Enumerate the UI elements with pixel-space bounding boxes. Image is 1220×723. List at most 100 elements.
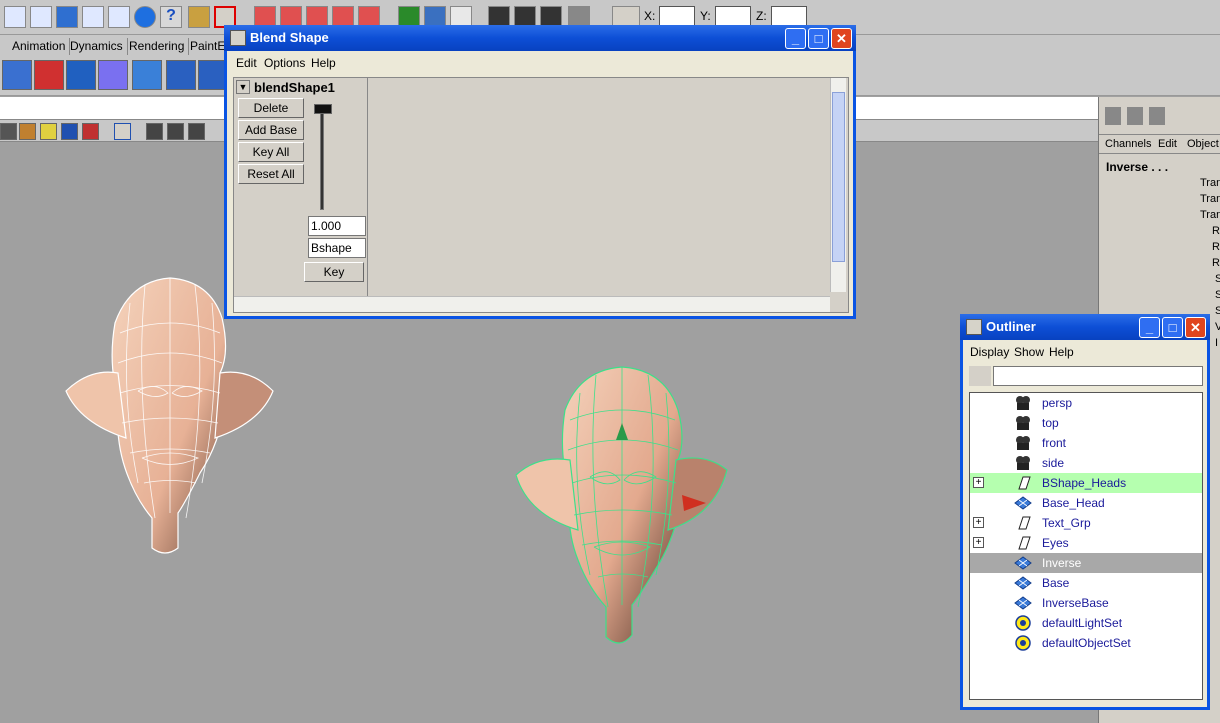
outliner-titlebar[interactable]: Outliner _ □ ✕: [960, 314, 1210, 340]
attr-scale-y[interactable]: S: [1215, 289, 1220, 301]
outliner-item-defaultobjectset[interactable]: defaultObjectSet: [970, 633, 1202, 653]
menu-display[interactable]: Display: [970, 345, 1009, 359]
outliner-item-inverse[interactable]: Inverse: [970, 553, 1202, 573]
blend-node-panel: ▼ blendShape1 Delete Add Base Key All Re…: [234, 78, 368, 310]
blend-shape-titlebar[interactable]: Blend Shape _ □ ✕: [224, 25, 856, 51]
tool-settings-icon[interactable]: [1149, 107, 1165, 125]
menu-object[interactable]: Object: [1187, 138, 1219, 150]
poly-cylinder-icon[interactable]: [66, 60, 96, 90]
poly-cube-icon[interactable]: [2, 60, 32, 90]
z-field[interactable]: [771, 6, 807, 26]
reset-all-button[interactable]: Reset All: [238, 164, 304, 184]
light-icon[interactable]: [40, 123, 57, 140]
texture-icon[interactable]: [19, 123, 36, 140]
collapse-arrow-icon[interactable]: ▼: [236, 80, 250, 94]
y-label: Y:: [700, 9, 711, 23]
expand-icon[interactable]: +: [973, 537, 984, 548]
attr-scale-x[interactable]: S: [1215, 273, 1220, 285]
inverse-head-mesh[interactable]: [510, 365, 735, 655]
y-field[interactable]: [715, 6, 751, 26]
tab-dynamics[interactable]: Dynamics: [66, 38, 128, 55]
menu-edit[interactable]: Edit: [236, 56, 257, 70]
tab-animation[interactable]: Animation: [8, 38, 71, 55]
shadow-icon[interactable]: [61, 123, 78, 140]
close-button[interactable]: ✕: [831, 28, 852, 49]
menu-show[interactable]: Show: [1014, 345, 1044, 359]
add-base-button[interactable]: Add Base: [238, 120, 304, 140]
camera-attr-icon[interactable]: [188, 123, 205, 140]
weight-slider-track[interactable]: [320, 104, 324, 210]
vertical-scrollbar[interactable]: [830, 78, 846, 292]
outliner-item-base_head[interactable]: Base_Head: [970, 493, 1202, 513]
outliner-item-persp[interactable]: persp: [970, 393, 1202, 413]
outliner-item-label: InverseBase: [1042, 596, 1109, 610]
group-icon: [1014, 535, 1032, 551]
curve-tool-icon[interactable]: [4, 6, 26, 28]
horizontal-scrollbar[interactable]: [234, 296, 830, 312]
channel-box-icon[interactable]: [1105, 107, 1121, 125]
attr-rotate-y[interactable]: R: [1212, 241, 1220, 253]
object-name[interactable]: Inverse . . .: [1106, 160, 1168, 174]
attr-rotate-x[interactable]: R: [1212, 225, 1220, 237]
outliner-window: Outliner _ □ ✕ Display Show Help persp to…: [960, 314, 1210, 710]
key-all-button[interactable]: Key All: [238, 142, 304, 162]
minimize-button[interactable]: _: [785, 28, 806, 49]
outliner-item-text_grp[interactable]: + Text_Grp: [970, 513, 1202, 533]
close-button[interactable]: ✕: [1185, 317, 1206, 338]
attr-visibility[interactable]: V: [1215, 321, 1220, 333]
snap-curve-icon[interactable]: [30, 6, 52, 28]
minimize-button[interactable]: _: [1139, 317, 1160, 338]
outliner-item-bshape_heads[interactable]: + BShape_Heads: [970, 473, 1202, 493]
isolate-icon[interactable]: [114, 123, 131, 140]
sphere-icon[interactable]: [134, 6, 156, 28]
vertical-scroll-thumb[interactable]: [832, 92, 845, 262]
expand-icon[interactable]: +: [973, 477, 984, 488]
snap-point-icon[interactable]: [82, 6, 104, 28]
menu-channels[interactable]: Channels: [1105, 138, 1151, 150]
xray-icon[interactable]: [82, 123, 99, 140]
tab-rendering[interactable]: Rendering: [125, 38, 190, 55]
menu-help[interactable]: Help: [311, 56, 336, 70]
expand-icon[interactable]: +: [973, 517, 984, 528]
poly-box-icon[interactable]: [98, 60, 128, 90]
menu-options[interactable]: Options: [264, 56, 305, 70]
outliner-item-inversebase[interactable]: InverseBase: [970, 593, 1202, 613]
poly-extrude-icon[interactable]: [166, 60, 196, 90]
poly-sphere-icon[interactable]: [34, 60, 64, 90]
attribute-editor-icon[interactable]: [1127, 107, 1143, 125]
attr-translate-z[interactable]: Tran: [1200, 209, 1220, 221]
outliner-item-side[interactable]: side: [970, 453, 1202, 473]
maximize-button[interactable]: □: [808, 28, 829, 49]
poly-plane-icon[interactable]: [132, 60, 162, 90]
attr-translate-y[interactable]: Tran: [1200, 193, 1220, 205]
outliner-item-defaultlightset[interactable]: defaultLightSet: [970, 613, 1202, 633]
snap-grid-icon[interactable]: [56, 6, 78, 28]
menu-edit[interactable]: Edit: [1158, 138, 1177, 150]
camera-icon: [1014, 395, 1032, 411]
weight-field[interactable]: 1.000: [308, 216, 366, 236]
attr-rotate-z[interactable]: R: [1212, 257, 1220, 269]
wireframe-icon[interactable]: [146, 123, 163, 140]
lock-icon[interactable]: [188, 6, 210, 28]
attr-inputs[interactable]: I: [1215, 337, 1218, 349]
window-title: Outliner: [986, 319, 1036, 334]
grid-icon[interactable]: [167, 123, 184, 140]
snap-view-icon[interactable]: [108, 6, 130, 28]
outliner-item-eyes[interactable]: + Eyes: [970, 533, 1202, 553]
target-name-field[interactable]: Bshape: [308, 238, 366, 258]
outliner-item-base[interactable]: Base: [970, 573, 1202, 593]
x-field[interactable]: [659, 6, 695, 26]
shade-icon[interactable]: [0, 123, 17, 140]
filter-arrows-icon[interactable]: [969, 366, 991, 386]
outliner-item-front[interactable]: front: [970, 433, 1202, 453]
help-icon[interactable]: ?: [160, 6, 182, 28]
outliner-item-top[interactable]: top: [970, 413, 1202, 433]
delete-button[interactable]: Delete: [238, 98, 304, 118]
outliner-filter-field[interactable]: [993, 366, 1203, 386]
attr-scale-z[interactable]: S: [1215, 305, 1220, 317]
attr-translate-x[interactable]: Tran: [1200, 177, 1220, 189]
menu-help[interactable]: Help: [1049, 345, 1074, 359]
weight-slider-handle[interactable]: [314, 104, 332, 114]
key-button[interactable]: Key: [304, 262, 364, 282]
maximize-button[interactable]: □: [1162, 317, 1183, 338]
